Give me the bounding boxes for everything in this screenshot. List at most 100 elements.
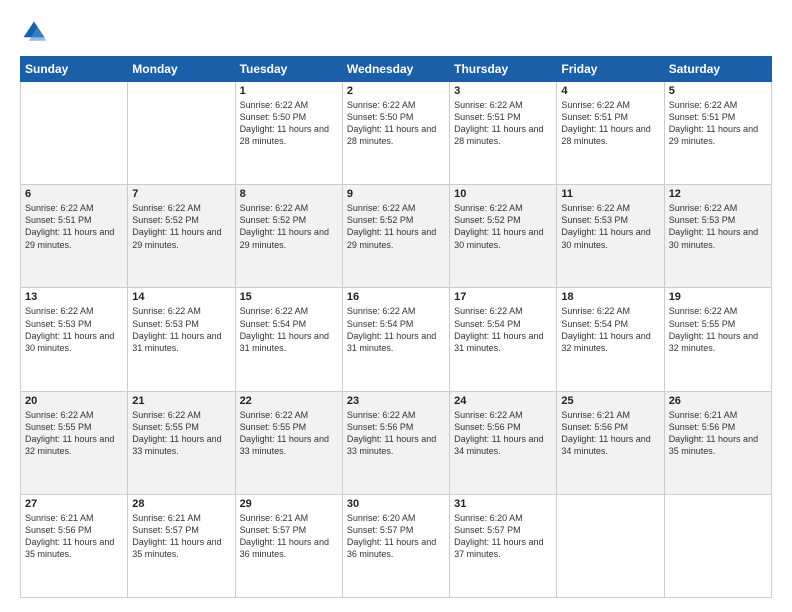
calendar-page: SundayMondayTuesdayWednesdayThursdayFrid… [0,0,792,612]
cell-sun-info: Sunrise: 6:22 AM Sunset: 5:52 PM Dayligh… [240,202,338,251]
calendar-cell: 31 Sunrise: 6:20 AM Sunset: 5:57 PM Dayli… [450,494,557,597]
cell-sun-info: Sunrise: 6:22 AM Sunset: 5:54 PM Dayligh… [240,305,338,354]
page-header [20,18,772,46]
day-number: 4 [561,85,659,97]
calendar-week-3: 13 Sunrise: 6:22 AM Sunset: 5:53 PM Dayli… [21,288,772,391]
cell-sun-info: Sunrise: 6:21 AM Sunset: 5:57 PM Dayligh… [132,512,230,561]
day-number: 15 [240,291,338,303]
day-number: 23 [347,395,445,407]
day-number: 10 [454,188,552,200]
calendar-cell: 15 Sunrise: 6:22 AM Sunset: 5:54 PM Dayli… [235,288,342,391]
calendar-week-4: 20 Sunrise: 6:22 AM Sunset: 5:55 PM Dayli… [21,391,772,494]
day-number: 5 [669,85,767,97]
cell-sun-info: Sunrise: 6:22 AM Sunset: 5:55 PM Dayligh… [25,409,123,458]
calendar-cell: 2Sunrise: 6:22 AM Sunset: 5:50 PM Daylig… [342,82,449,185]
cell-sun-info: Sunrise: 6:22 AM Sunset: 5:50 PM Dayligh… [347,99,445,148]
calendar-cell: 22 Sunrise: 6:22 AM Sunset: 5:55 PM Dayli… [235,391,342,494]
cell-sun-info: Sunrise: 6:22 AM Sunset: 5:55 PM Dayligh… [132,409,230,458]
day-number: 30 [347,498,445,510]
day-header-thursday: Thursday [450,57,557,82]
calendar-table: SundayMondayTuesdayWednesdayThursdayFrid… [20,56,772,598]
calendar-cell: 23 Sunrise: 6:22 AM Sunset: 5:56 PM Dayli… [342,391,449,494]
day-header-saturday: Saturday [664,57,771,82]
day-number: 20 [25,395,123,407]
calendar-cell: 16 Sunrise: 6:22 AM Sunset: 5:54 PM Dayli… [342,288,449,391]
calendar-cell: 10 Sunrise: 6:22 AM Sunset: 5:52 PM Dayli… [450,185,557,288]
calendar-cell: 12Sunrise: 6:22 AM Sunset: 5:53 PM Dayli… [664,185,771,288]
calendar-cell: 27 Sunrise: 6:21 AM Sunset: 5:56 PM Dayli… [21,494,128,597]
day-number: 9 [347,188,445,200]
cell-sun-info: Sunrise: 6:22 AM Sunset: 5:52 PM Dayligh… [132,202,230,251]
calendar-cell: 17 Sunrise: 6:22 AM Sunset: 5:54 PM Dayli… [450,288,557,391]
calendar-cell: 18 Sunrise: 6:22 AM Sunset: 5:54 PM Dayli… [557,288,664,391]
cell-sun-info: Sunrise: 6:22 AM Sunset: 5:50 PM Dayligh… [240,99,338,148]
day-number: 7 [132,188,230,200]
calendar-cell: 20 Sunrise: 6:22 AM Sunset: 5:55 PM Dayli… [21,391,128,494]
day-header-tuesday: Tuesday [235,57,342,82]
cell-sun-info: Sunrise: 6:22 AM Sunset: 5:53 PM Dayligh… [25,305,123,354]
day-number: 18 [561,291,659,303]
calendar-cell [128,82,235,185]
calendar-cell: 11 Sunrise: 6:22 AM Sunset: 5:53 PM Dayli… [557,185,664,288]
cell-sun-info: Sunrise: 6:22 AM Sunset: 5:52 PM Dayligh… [347,202,445,251]
calendar-cell: 19Sunrise: 6:22 AM Sunset: 5:55 PM Dayli… [664,288,771,391]
cell-sun-info: Sunrise: 6:22 AM Sunset: 5:56 PM Dayligh… [454,409,552,458]
calendar-cell: 1 Sunrise: 6:22 AM Sunset: 5:50 PM Daylig… [235,82,342,185]
day-number: 3 [454,85,552,97]
calendar-cell: 8 Sunrise: 6:22 AM Sunset: 5:52 PM Daylig… [235,185,342,288]
calendar-cell: 25 Sunrise: 6:21 AM Sunset: 5:56 PM Dayli… [557,391,664,494]
day-number: 16 [347,291,445,303]
calendar-cell: 30 Sunrise: 6:20 AM Sunset: 5:57 PM Dayli… [342,494,449,597]
calendar-cell: 4 Sunrise: 6:22 AM Sunset: 5:51 PM Daylig… [557,82,664,185]
cell-sun-info: Sunrise: 6:21 AM Sunset: 5:56 PM Dayligh… [25,512,123,561]
day-number: 28 [132,498,230,510]
cell-sun-info: Sunrise: 6:21 AM Sunset: 5:56 PM Dayligh… [669,409,767,458]
calendar-cell: 5 Sunrise: 6:22 AM Sunset: 5:51 PM Daylig… [664,82,771,185]
day-number: 1 [240,85,338,97]
cell-sun-info: Sunrise: 6:20 AM Sunset: 5:57 PM Dayligh… [454,512,552,561]
calendar-header-row: SundayMondayTuesdayWednesdayThursdayFrid… [21,57,772,82]
day-number: 25 [561,395,659,407]
cell-sun-info: Sunrise: 6:20 AM Sunset: 5:57 PM Dayligh… [347,512,445,561]
day-number: 21 [132,395,230,407]
cell-sun-info: Sunrise: 6:22 AM Sunset: 5:51 PM Dayligh… [561,99,659,148]
cell-sun-info: Sunrise: 6:22 AM Sunset: 5:55 PM Dayligh… [669,305,767,354]
cell-sun-info: Sunrise: 6:22 AM Sunset: 5:51 PM Dayligh… [454,99,552,148]
day-number: 17 [454,291,552,303]
cell-sun-info: Sunrise: 6:22 AM Sunset: 5:53 PM Dayligh… [561,202,659,251]
day-number: 22 [240,395,338,407]
day-number: 26 [669,395,767,407]
day-number: 6 [25,188,123,200]
calendar-cell [664,494,771,597]
day-number: 11 [561,188,659,200]
cell-sun-info: Sunrise: 6:22 AM Sunset: 5:51 PM Dayligh… [669,99,767,148]
calendar-week-2: 6 Sunrise: 6:22 AM Sunset: 5:51 PM Daylig… [21,185,772,288]
cell-sun-info: Sunrise: 6:22 AM Sunset: 5:55 PM Dayligh… [240,409,338,458]
day-number: 13 [25,291,123,303]
cell-sun-info: Sunrise: 6:22 AM Sunset: 5:53 PM Dayligh… [132,305,230,354]
cell-sun-info: Sunrise: 6:22 AM Sunset: 5:54 PM Dayligh… [561,305,659,354]
day-number: 31 [454,498,552,510]
day-number: 8 [240,188,338,200]
cell-sun-info: Sunrise: 6:22 AM Sunset: 5:54 PM Dayligh… [347,305,445,354]
cell-sun-info: Sunrise: 6:22 AM Sunset: 5:52 PM Dayligh… [454,202,552,251]
day-number: 24 [454,395,552,407]
calendar-cell: 6 Sunrise: 6:22 AM Sunset: 5:51 PM Daylig… [21,185,128,288]
cell-sun-info: Sunrise: 6:22 AM Sunset: 5:54 PM Dayligh… [454,305,552,354]
calendar-week-5: 27 Sunrise: 6:21 AM Sunset: 5:56 PM Dayli… [21,494,772,597]
day-header-friday: Friday [557,57,664,82]
cell-sun-info: Sunrise: 6:22 AM Sunset: 5:51 PM Dayligh… [25,202,123,251]
cell-sun-info: Sunrise: 6:21 AM Sunset: 5:56 PM Dayligh… [561,409,659,458]
calendar-cell: 9 Sunrise: 6:22 AM Sunset: 5:52 PM Daylig… [342,185,449,288]
logo-icon [20,18,48,46]
day-header-monday: Monday [128,57,235,82]
calendar-cell: 29Sunrise: 6:21 AM Sunset: 5:57 PM Dayli… [235,494,342,597]
cell-sun-info: Sunrise: 6:22 AM Sunset: 5:56 PM Dayligh… [347,409,445,458]
calendar-cell: 21 Sunrise: 6:22 AM Sunset: 5:55 PM Dayli… [128,391,235,494]
cell-sun-info: Sunrise: 6:21 AM Sunset: 5:57 PM Dayligh… [240,512,338,561]
logo [20,18,52,46]
calendar-cell: 28 Sunrise: 6:21 AM Sunset: 5:57 PM Dayli… [128,494,235,597]
day-number: 27 [25,498,123,510]
day-number: 14 [132,291,230,303]
cell-sun-info: Sunrise: 6:22 AM Sunset: 5:53 PM Dayligh… [669,202,767,251]
